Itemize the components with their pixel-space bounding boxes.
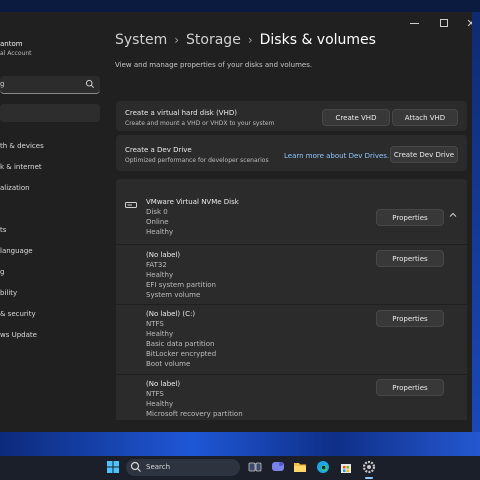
page-subtitle: View and manage properties of your disks… (115, 61, 313, 69)
disk-number: Disk 0 (146, 208, 168, 216)
dev-drive-card-title: Create a Dev Drive (125, 146, 192, 154)
breadcrumb-system[interactable]: System (115, 32, 167, 48)
volume-properties-button[interactable]: Properties (376, 310, 444, 327)
vhd-card-description: Create and mount a VHD or VHDX to your s… (125, 120, 275, 127)
sidebar-item-windows-update[interactable]: ws Update (0, 331, 37, 339)
sidebar-search-box[interactable]: g (0, 76, 100, 94)
disk-status: Online (146, 218, 169, 226)
active-app-indicator (365, 477, 373, 479)
windows-start-icon[interactable] (105, 459, 121, 475)
drive-icon (125, 202, 137, 208)
breadcrumb-separator: › (174, 33, 180, 47)
profile-name: antom (0, 40, 23, 48)
volume-encryption: BitLocker encrypted (146, 350, 217, 358)
volume-label: (No label) (146, 380, 181, 388)
chevron-up-icon[interactable] (448, 210, 458, 220)
volume-filesystem: FAT32 (146, 261, 167, 269)
minimize-button[interactable] (401, 14, 427, 32)
volume-role: Boot volume (146, 360, 191, 368)
volume-health: Healthy (146, 330, 174, 338)
page-title: Disks & volumes (259, 32, 376, 48)
volume-properties-button[interactable]: Properties (376, 250, 444, 267)
divider (116, 244, 467, 245)
create-dev-drive-button[interactable]: Create Dev Drive (390, 146, 458, 163)
profile-account-type: al Account (0, 50, 32, 57)
sidebar-item-personalization[interactable]: alization (0, 184, 30, 192)
vhd-card-title: Create a virtual hard disk (VHD) (125, 109, 237, 117)
disk-health: Healthy (146, 228, 174, 236)
volume-partition-type: Microsoft recovery partition (146, 410, 243, 418)
learn-more-dev-drives-link[interactable]: Learn more about Dev Drives. (284, 152, 389, 160)
wallpaper-top-strip (0, 0, 480, 12)
wallpaper-right-strip (472, 12, 480, 432)
minimize-icon (409, 22, 419, 24)
task-view-icon[interactable] (247, 459, 263, 475)
dev-drive-card-description: Optimized performance for developer scen… (125, 157, 269, 164)
sidebar-item-privacy-security[interactable]: & security (0, 310, 36, 318)
close-button[interactable]: ✕ (458, 14, 472, 32)
divider (116, 304, 467, 305)
volume-partition-type: EFI system partition (146, 281, 216, 289)
volume-role: System volume (146, 291, 201, 299)
sidebar-search-input[interactable]: g (0, 80, 4, 88)
sidebar-item-network-internet[interactable]: k & internet (0, 163, 42, 171)
sidebar-item-bluetooth-devices[interactable]: th & devices (0, 142, 44, 150)
settings-icon[interactable] (361, 459, 377, 475)
create-vhd-button[interactable]: Create VHD (322, 109, 390, 126)
maximize-button[interactable] (431, 14, 457, 32)
volume-partition-type: Basic data partition (146, 340, 215, 348)
volume-health: Healthy (146, 400, 174, 408)
volume-label: (No label) (146, 251, 181, 259)
sidebar-item-system-selected[interactable] (0, 104, 100, 122)
sidebar-item-accessibility[interactable]: bility (0, 289, 17, 297)
attach-vhd-button[interactable]: Attach VHD (392, 109, 458, 126)
search-icon (130, 461, 141, 472)
search-icon[interactable] (85, 79, 95, 89)
sidebar-item-time-language[interactable]: language (0, 247, 33, 255)
taskbar (0, 456, 480, 480)
volume-properties-button[interactable]: Properties (376, 379, 444, 396)
taskbar-search-label: Search (146, 463, 171, 471)
maximize-icon (440, 19, 448, 27)
sidebar-item-accounts[interactable]: ts (0, 226, 6, 234)
file-explorer-icon[interactable] (292, 459, 308, 475)
breadcrumb: System › Storage › Disks & volumes (115, 32, 376, 48)
divider (116, 374, 467, 375)
breadcrumb-separator: › (247, 33, 253, 47)
volume-health: Healthy (146, 271, 174, 279)
edge-browser-icon[interactable] (315, 459, 331, 475)
breadcrumb-storage[interactable]: Storage (186, 32, 241, 48)
disk-properties-button[interactable]: Properties (376, 209, 444, 226)
volume-filesystem: NTFS (146, 320, 164, 328)
sidebar-item-gaming[interactable]: g (0, 268, 4, 276)
volume-filesystem: NTFS (146, 390, 164, 398)
disk-name: VMware Virtual NVMe Disk (146, 198, 239, 206)
close-icon: ✕ (466, 16, 472, 30)
teams-chat-icon[interactable] (270, 459, 286, 475)
microsoft-store-icon[interactable] (338, 459, 354, 475)
wallpaper-bottom-strip (0, 432, 480, 456)
volume-label: (No label) (C:) (146, 310, 196, 318)
